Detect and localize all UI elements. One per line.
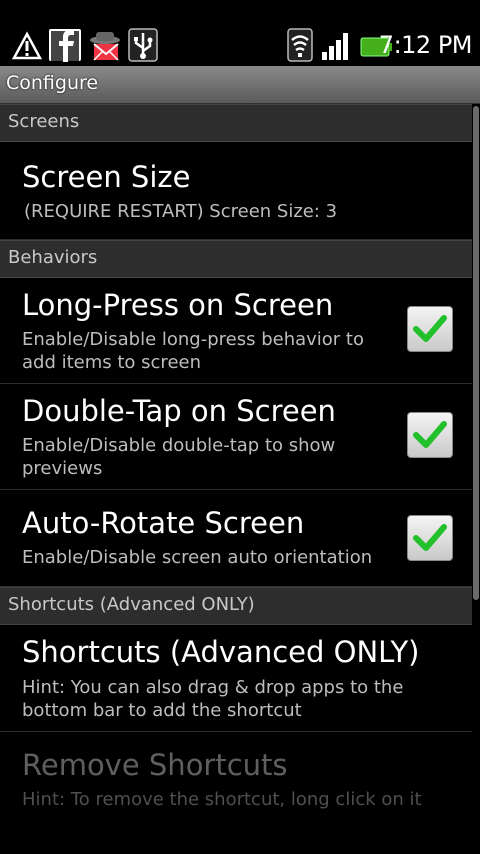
warning-icon [12,31,42,60]
pref-summary: (REQUIRE RESTART) Screen Size: 3 [24,201,338,222]
clock: 7:12 PM [378,31,473,59]
section-header-shortcuts: Shortcuts (Advanced ONLY) [0,587,472,625]
pref-long-press[interactable]: Long-Press on Screen Enable/Disable long… [0,278,472,384]
pref-double-tap[interactable]: Double-Tap on Screen Enable/Disable doub… [0,384,472,490]
section-title: Behaviors [8,247,98,268]
section-title: Screens [8,111,80,132]
preferences-list: Screens Screen Size (REQUIRE RESTART) Sc… [0,104,472,822]
section-header-behaviors: Behaviors [0,240,472,278]
pref-title: Auto-Rotate Screen [22,506,305,540]
pref-remove-shortcuts[interactable]: Remove Shortcuts Hint: To remove the sho… [0,732,472,822]
checkmark-icon [413,315,447,342]
scrollbar[interactable] [473,106,479,600]
pref-screen-size[interactable]: Screen Size (REQUIRE RESTART) Screen Siz… [0,142,472,240]
double-tap-checkbox[interactable] [407,412,453,458]
pref-auto-rotate[interactable]: Auto-Rotate Screen Enable/Disable screen… [0,490,472,587]
checkmark-icon [413,524,447,551]
pref-title: Shortcuts (Advanced ONLY) [22,635,420,669]
auto-rotate-checkbox[interactable] [407,515,453,561]
pref-summary: Enable/Disable double-tap to show previe… [22,435,336,479]
pref-shortcuts[interactable]: Shortcuts (Advanced ONLY) Hint: You can … [0,625,472,732]
pref-title: Double-Tap on Screen [22,394,336,428]
pref-title: Screen Size [22,160,191,194]
checkmark-icon [413,421,447,448]
page-title: Configure [6,72,99,94]
title-bar: Configure [0,66,480,104]
mail-spy-icon [90,32,120,61]
facebook-icon [49,29,81,62]
signal-icon [322,33,348,60]
usb-icon [128,28,158,62]
section-header-screens: Screens [0,104,472,142]
pref-title: Long-Press on Screen [22,288,334,322]
wifi-icon [287,28,313,62]
pref-summary: Enable/Disable long-press behavior to ad… [22,329,364,373]
pref-summary: Enable/Disable screen auto orientation [22,547,373,568]
pref-summary: Hint: You can also drag & drop apps to t… [22,677,404,721]
long-press-checkbox[interactable] [407,306,453,352]
pref-summary: Hint: To remove the shortcut, long click… [22,789,422,810]
pref-title: Remove Shortcuts [22,748,288,782]
section-title: Shortcuts (Advanced ONLY) [8,594,255,615]
status-bar: 7:12 PM [0,0,480,66]
